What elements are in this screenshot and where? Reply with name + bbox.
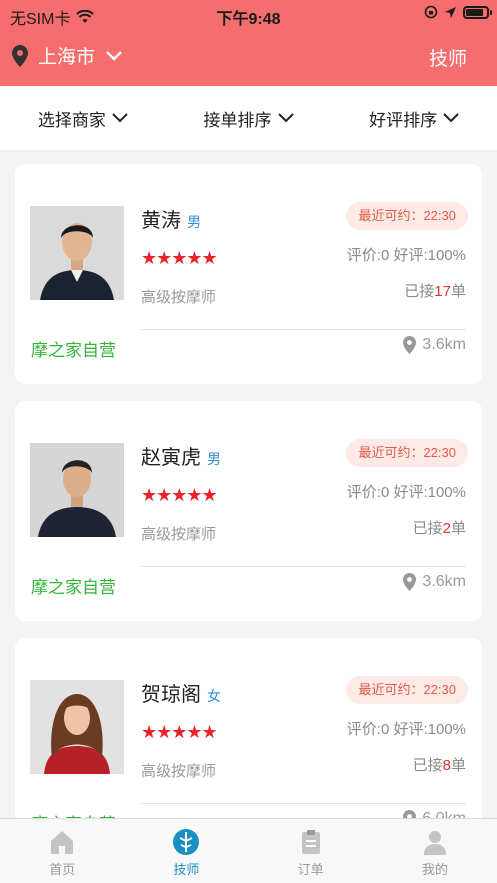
divider (141, 566, 466, 567)
battery-icon (463, 5, 492, 19)
star-rating: ★★★★★ (141, 248, 218, 268)
location-pin-icon (403, 336, 417, 354)
tab-mine[interactable]: 我的 (373, 819, 497, 883)
filter-label: 接单排序 (203, 110, 272, 130)
orders-prefix: 已接 (412, 520, 443, 537)
technician-level: 高级按摩师 (141, 526, 217, 543)
filter-order-sort[interactable]: 接单排序 (166, 86, 332, 150)
name-label: 黄涛 (141, 210, 181, 232)
status-right (424, 5, 492, 19)
shop-name[interactable]: 摩之家自营 (31, 810, 116, 818)
gender-label: 女 (207, 688, 221, 704)
star-rating: ★★★★★ (141, 722, 218, 742)
technician-icon (173, 829, 200, 855)
chevron-down-icon (112, 113, 128, 123)
orders-count: 已接17单 (404, 280, 466, 301)
home-icon (51, 831, 74, 854)
availability-badge: 最近可约：22:30 (346, 439, 468, 467)
technician-level: 高级按摩师 (141, 289, 217, 306)
battery-level (466, 8, 483, 16)
name-label: 贺琼阁 (141, 684, 201, 706)
availability-badge: 最近可约：22:30 (346, 202, 468, 230)
orders-prefix: 已接 (404, 283, 435, 300)
technician-level: 高级按摩师 (141, 763, 217, 780)
orders-suffix: 单 (450, 520, 466, 537)
technician-name: 贺琼阁女 (141, 678, 221, 707)
technician-card[interactable]: 赵寅虎男 最近可约：22:30 ★★★★★ 评价:0 好评:100% 已接2单 … (15, 401, 482, 621)
location-label: 上海市 (38, 47, 96, 68)
tab-orders[interactable]: 订单 (249, 819, 373, 883)
location-pin-icon (403, 573, 417, 591)
tab-label: 技师 (173, 862, 200, 877)
location-pin-icon (12, 44, 28, 67)
location-selector[interactable]: 上海市 (12, 42, 123, 69)
nav-bar: 上海市 技师 (0, 28, 497, 86)
technician-photo (30, 443, 124, 537)
distance-label: 3.6km (422, 573, 466, 590)
shop-name[interactable]: 摩之家自营 (31, 573, 116, 598)
name-label: 赵寅虎 (141, 447, 201, 469)
rating-summary: 评价:0 好评:100% (346, 484, 466, 501)
distance-label: 3.6km (422, 336, 466, 353)
technician-card[interactable]: 黄涛男 最近可约：22:30 ★★★★★ 评价:0 好评:100% 已接17单 … (15, 164, 482, 384)
shop-name[interactable]: 摩之家自营 (31, 336, 116, 361)
technician-photo (30, 680, 124, 774)
distance: 6.0km (403, 810, 466, 818)
availability-badge: 最近可约：22:30 (346, 676, 468, 704)
tab-label: 我的 (421, 862, 448, 877)
orders-number: 8 (442, 757, 451, 774)
location-pin-icon (403, 810, 417, 818)
tab-label: 首页 (49, 862, 76, 877)
filter-label: 好评排序 (369, 110, 438, 130)
filter-rating-sort[interactable]: 好评排序 (331, 86, 497, 150)
orders-count: 已接8单 (413, 754, 466, 775)
tab-bar: 首页 技师 订单 我的 (0, 818, 497, 883)
tab-label: 订单 (297, 862, 324, 877)
tab-home[interactable]: 首页 (0, 819, 124, 883)
orders-prefix: 已接 (412, 757, 443, 774)
orders-suffix: 单 (450, 757, 466, 774)
gender-label: 男 (207, 451, 221, 467)
filter-merchant[interactable]: 选择商家 (0, 86, 166, 150)
status-bar: 无SIM卡 下午9:48 (0, 0, 497, 28)
technician-list: 黄涛男 最近可约：22:30 ★★★★★ 评价:0 好评:100% 已接17单 … (0, 150, 497, 818)
filter-label: 选择商家 (37, 110, 106, 130)
divider (141, 329, 466, 330)
rating-summary: 评价:0 好评:100% (346, 721, 466, 738)
orders-suffix: 单 (450, 283, 466, 300)
gender-label: 男 (187, 214, 201, 230)
chevron-down-icon (277, 113, 294, 123)
distance-label: 6.0km (422, 810, 466, 818)
orders-count: 已接2单 (413, 517, 466, 538)
technician-card[interactable]: 贺琼阁女 最近可约：22:30 ★★★★★ 评价:0 好评:100% 已接8单 … (15, 638, 482, 818)
filter-bar: 选择商家 接单排序 好评排序 (0, 86, 497, 150)
chevron-down-icon (106, 50, 122, 61)
divider (141, 803, 466, 804)
orders-number: 2 (442, 520, 451, 537)
profile-icon (423, 831, 446, 855)
tab-technician[interactable]: 技师 (124, 819, 248, 883)
distance: 3.6km (403, 573, 466, 591)
rating-summary: 评价:0 好评:100% (346, 247, 466, 264)
nav-title: 技师 (428, 49, 467, 70)
distance: 3.6km (403, 336, 466, 354)
order-icon (301, 830, 320, 854)
technician-name: 黄涛男 (141, 204, 201, 233)
status-time: 下午9:48 (216, 11, 281, 28)
star-rating: ★★★★★ (141, 485, 218, 505)
orders-number: 17 (434, 283, 451, 300)
technician-name: 赵寅虎男 (141, 441, 221, 470)
location-arrow-icon (445, 6, 456, 18)
technician-photo (30, 206, 124, 300)
rotation-lock-icon (424, 5, 438, 19)
chevron-down-icon (443, 113, 459, 123)
